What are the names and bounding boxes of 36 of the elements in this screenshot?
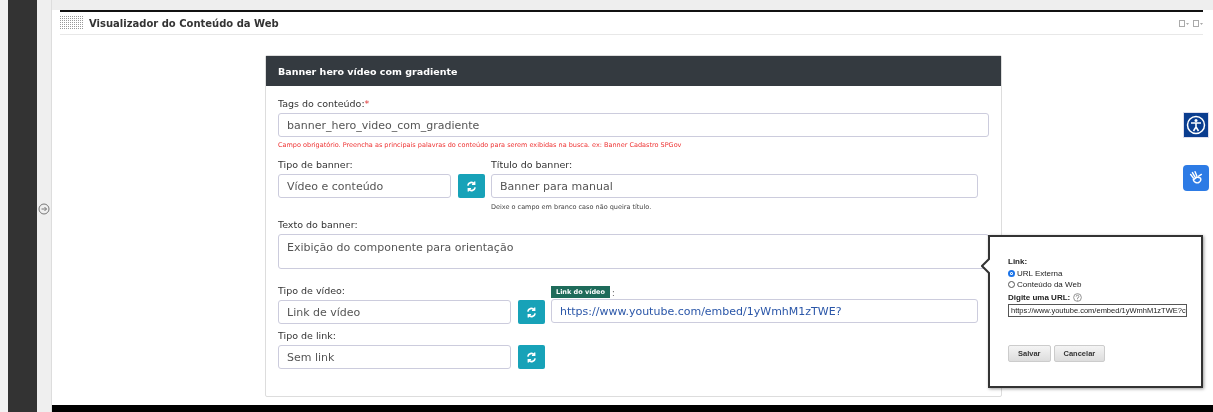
video-type-field[interactable]: Link de vídeo <box>278 300 511 324</box>
radio-option[interactable]: Conteúdo da Web <box>1008 279 1082 290</box>
tags-field[interactable]: banner_hero_video_com_gradiente <box>278 113 989 137</box>
arrow-circle-icon[interactable] <box>38 203 50 215</box>
field-label: Link: <box>1008 257 1029 266</box>
banner-title-field[interactable]: Banner para manual <box>491 174 978 198</box>
help-icon[interactable] <box>1073 293 1083 302</box>
field-label: Digite uma URL: <box>1008 293 1071 302</box>
field-label: Tipo de banner: <box>278 159 354 171</box>
hands-icon <box>1187 169 1205 187</box>
field-label: Tipo de vídeo: <box>278 285 347 297</box>
drag-handle-icon[interactable] <box>60 16 84 30</box>
refresh-icon <box>526 351 537 363</box>
window-icon[interactable] <box>1193 19 1203 27</box>
field-label: Título do banner: <box>491 159 574 171</box>
accessibility-button[interactable] <box>1183 112 1209 138</box>
banner-type-field[interactable]: Vídeo e conteúdo <box>278 174 451 198</box>
refresh-button[interactable] <box>458 174 485 198</box>
required-marker: * <box>364 98 370 109</box>
accessibility-icon <box>1186 115 1206 135</box>
options-icon[interactable] <box>1179 19 1189 27</box>
label-colon: : <box>611 289 615 298</box>
field-label: Texto do banner: <box>278 219 359 231</box>
field-label: Tags do conteúdo: <box>278 98 365 109</box>
card-title: Banner hero vídeo com gradiente <box>266 56 1001 86</box>
refresh-button[interactable] <box>518 300 545 324</box>
refresh-icon <box>466 180 477 192</box>
refresh-icon <box>526 306 537 318</box>
refresh-button[interactable] <box>518 345 545 369</box>
window-title: Visualizador do Conteúdo da Web <box>89 17 279 29</box>
radio-option[interactable]: URL Externa <box>1008 268 1063 279</box>
link-type-field[interactable]: Sem link <box>278 345 511 369</box>
field-label: Tipo de link: <box>278 330 337 342</box>
sign-language-button[interactable] <box>1183 165 1209 191</box>
video-link-field[interactable]: https://www.youtube.com/embed/1yWmhM1zTWE? <box>551 299 978 323</box>
banner-text-field[interactable]: Exibição do componente para orientação <box>278 234 989 269</box>
